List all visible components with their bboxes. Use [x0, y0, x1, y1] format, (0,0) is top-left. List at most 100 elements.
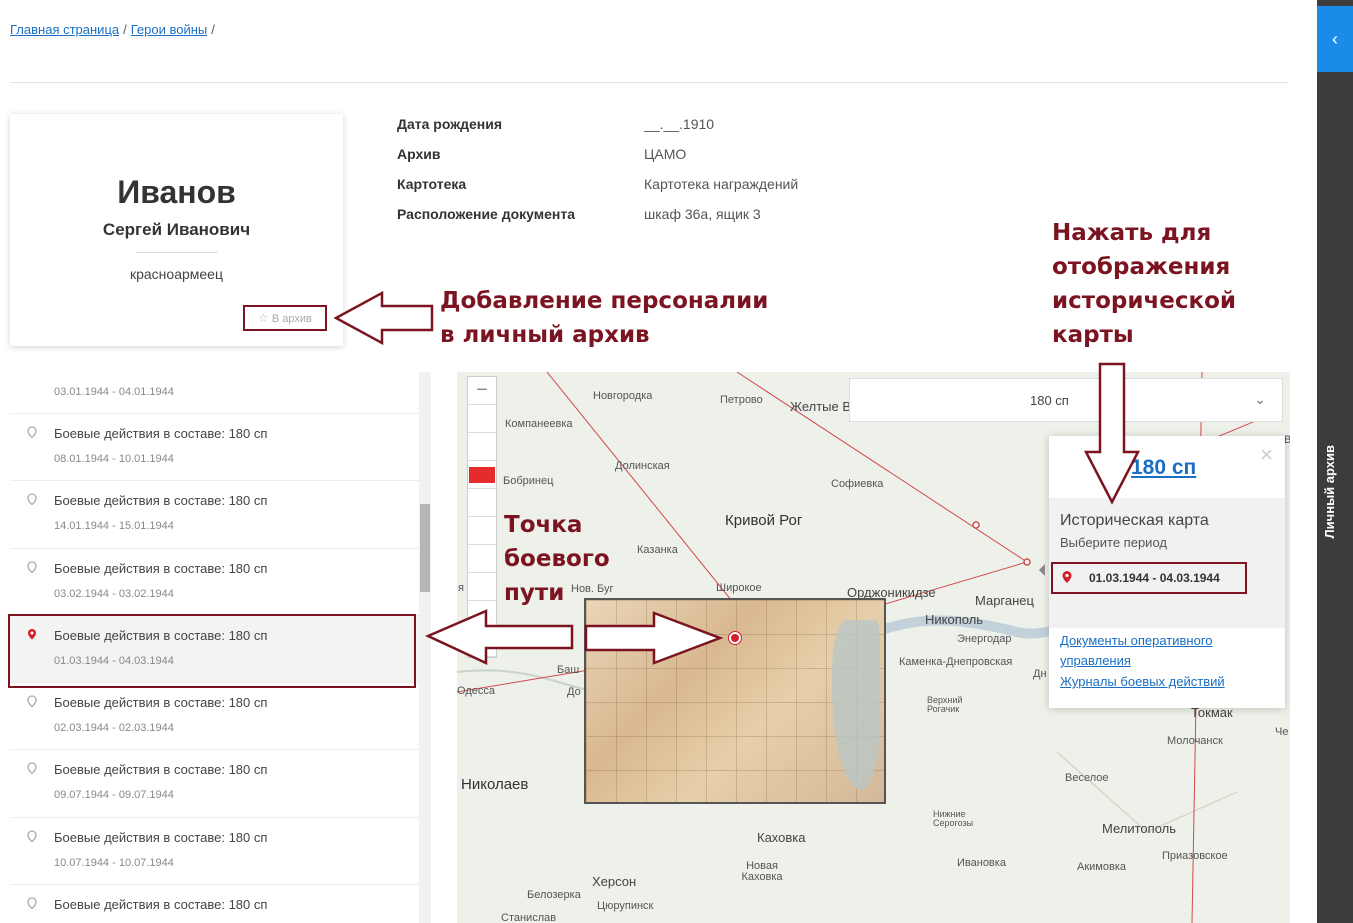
map-zoom-control: − +: [467, 376, 497, 658]
list-item[interactable]: 03.01.1944 - 04.01.1944: [10, 372, 419, 414]
header-divider: [10, 82, 1289, 83]
event-date: 02.03.1944 - 02.03.1944: [54, 722, 174, 735]
popup-unit-link[interactable]: 180 сп: [1131, 456, 1196, 480]
event-date: 09.07.1944 - 09.07.1944: [54, 789, 174, 802]
map-city-label: Энергодар: [957, 633, 1012, 645]
zoom-out-button[interactable]: −: [468, 377, 496, 405]
map-pin-icon: [27, 830, 37, 842]
map-city-label: Верхний Рогачик: [927, 695, 963, 714]
personal-archive-label[interactable]: Личный архив: [1322, 445, 1337, 538]
zoom-in-button[interactable]: +: [468, 629, 496, 657]
list-item[interactable]: Боевые действия в составе: 180 сп 08.01.…: [10, 414, 419, 482]
scrollbar-thumb[interactable]: [420, 504, 430, 592]
map-city-label: Станислав: [501, 912, 557, 923]
list-item[interactable]: Боевые действия в составе: 180 сп 09.07.…: [10, 750, 419, 818]
annotation-line: Добавление персоналии: [440, 288, 769, 314]
map-pin-icon: [27, 695, 37, 708]
annotation-line: в личный архив: [440, 322, 650, 348]
map-city-label: Молочанск: [1167, 735, 1223, 747]
map-city-label: Каховка: [757, 830, 806, 845]
event-date: 10.07.1944 - 10.07.1944: [54, 856, 174, 869]
event-date: 03.01.1944 - 04.01.1944: [54, 386, 174, 398]
event-title: Боевые действия в составе: 180 сп: [54, 560, 268, 576]
breadcrumb-separator: /: [123, 22, 127, 37]
period-value: 01.03.1944 - 04.03.1944: [1089, 571, 1220, 585]
map-layer-slot[interactable]: [468, 433, 496, 461]
event-title: Боевые действия в составе: 180 сп: [54, 897, 268, 913]
annotation-line: Нажать для: [1052, 220, 1212, 246]
close-icon[interactable]: ×: [1260, 442, 1273, 468]
map-layer-slot[interactable]: [468, 545, 496, 573]
annotation-line: пути: [504, 580, 565, 606]
map-pin-active-icon: [28, 628, 36, 640]
person-info-table: Дата рождения __.__.1910 Архив ЦАМО Картот…: [397, 116, 798, 236]
map-layer-red-button[interactable]: [468, 461, 496, 489]
popup-caret-icon: [1039, 564, 1045, 576]
map-popup: × 180 сп Историческая карта Выберите пер…: [1039, 436, 1285, 708]
list-item-active[interactable]: Боевые действия в составе: 180 сп 01.03.…: [10, 615, 419, 684]
annotation-line: карты: [1052, 322, 1134, 348]
event-title: Боевые действия в составе: 180 сп: [54, 426, 268, 441]
person-card: Иванов Сергей Иванович красноармеец ☆ В а…: [10, 114, 343, 346]
event-title: Боевые действия в составе: 180 сп: [54, 493, 268, 509]
chevron-down-icon: ⌄: [1254, 391, 1266, 407]
info-label: Архив: [397, 146, 441, 162]
info-label: Дата рождения: [397, 116, 503, 132]
battle-path-point[interactable]: [729, 632, 741, 644]
list-item[interactable]: Боевые действия в составе: 180 сп 03.02.…: [10, 549, 419, 616]
map-city-label: Петрово: [720, 394, 763, 406]
map-city-label: Новгородка: [593, 390, 653, 402]
unit-select-value: 180 сп: [1030, 393, 1069, 408]
historical-map-heading: Историческая карта: [1060, 512, 1209, 529]
historical-map-overlay[interactable]: [584, 598, 886, 804]
annotation-line: Точка: [504, 512, 583, 538]
map-city-label: Мелитополь: [1102, 821, 1177, 836]
map-city-label: Широкое: [716, 582, 762, 594]
info-row: Дата рождения __.__.1910: [397, 116, 798, 146]
map-city-label: Приазовское: [1162, 850, 1228, 862]
list-item[interactable]: Боевые действия в составе: 180 сп: [10, 885, 419, 923]
map-city-label: Белозерка: [527, 889, 581, 901]
event-date: 08.01.1944 - 10.01.1944: [54, 453, 174, 465]
list-item[interactable]: Боевые действия в составе: 180 сп 14.01.…: [10, 481, 419, 549]
map-city-label: Софиевка: [831, 478, 884, 490]
map-layer-slot[interactable]: [468, 517, 496, 545]
card-divider: [136, 252, 218, 253]
info-value: __.__.1910: [644, 116, 715, 132]
annotation-line: боевого: [504, 546, 610, 572]
map-pin-icon: [27, 493, 37, 506]
map-layer-slot[interactable]: [468, 573, 496, 601]
map-city-label: Компанеевка: [505, 418, 573, 430]
unit-select[interactable]: 180 сп ⌄: [849, 378, 1283, 422]
panel-toggle-chevron-left-icon[interactable]: ‹: [1317, 6, 1353, 72]
list-item[interactable]: Боевые действия в составе: 180 сп 10.07.…: [10, 818, 419, 886]
breadcrumb-section-link[interactable]: Герои войны: [131, 22, 208, 37]
personal-archive-panel[interactable]: ‹ Личный архив: [1317, 0, 1353, 923]
events-scrollbar[interactable]: [419, 372, 431, 923]
period-option[interactable]: 01.03.1944 - 04.03.1944: [1051, 562, 1247, 594]
map-layer-slot[interactable]: [468, 489, 496, 517]
map-city-label: Никополь: [925, 612, 984, 627]
event-date: 14.01.1944 - 15.01.1944: [54, 520, 174, 533]
add-to-archive-button[interactable]: ☆ В архив: [243, 305, 327, 331]
map-city-label: Херсон: [592, 874, 637, 889]
info-row: Архив ЦАМО: [397, 146, 798, 176]
events-list[interactable]: 03.01.1944 - 04.01.1944 Боевые действия …: [10, 372, 419, 923]
map-layer-slot[interactable]: [468, 405, 496, 433]
breadcrumb-home-link[interactable]: Главная страница: [10, 22, 119, 37]
annotation-map-hint: Нажать для отображения исторической карт…: [1052, 216, 1236, 352]
info-row: Расположение документа шкаф 36а, ящик 3: [397, 206, 798, 236]
map-pin-icon: [27, 560, 37, 573]
map-city-label: Акимовка: [1077, 861, 1126, 873]
map-city-label: Николаев: [461, 776, 529, 793]
breadcrumb: Главная страница / Герои войны /: [10, 22, 219, 37]
map-pin-active-icon: [1062, 571, 1072, 583]
docs-link-cont[interactable]: управления: [1060, 653, 1131, 668]
info-value: шкаф 36а, ящик 3: [644, 206, 761, 222]
list-item[interactable]: Боевые действия в составе: 180 сп 02.03.…: [10, 683, 419, 751]
docs-link[interactable]: Документы оперативного: [1060, 633, 1213, 648]
map-layer-slot[interactable]: [468, 601, 496, 629]
journals-link[interactable]: Журналы боевых действий: [1060, 674, 1225, 689]
map-city-label: Казанка: [637, 544, 678, 556]
historical-map[interactable]: Новгородка Петрово Желтые В Компанеевка …: [457, 372, 1290, 923]
